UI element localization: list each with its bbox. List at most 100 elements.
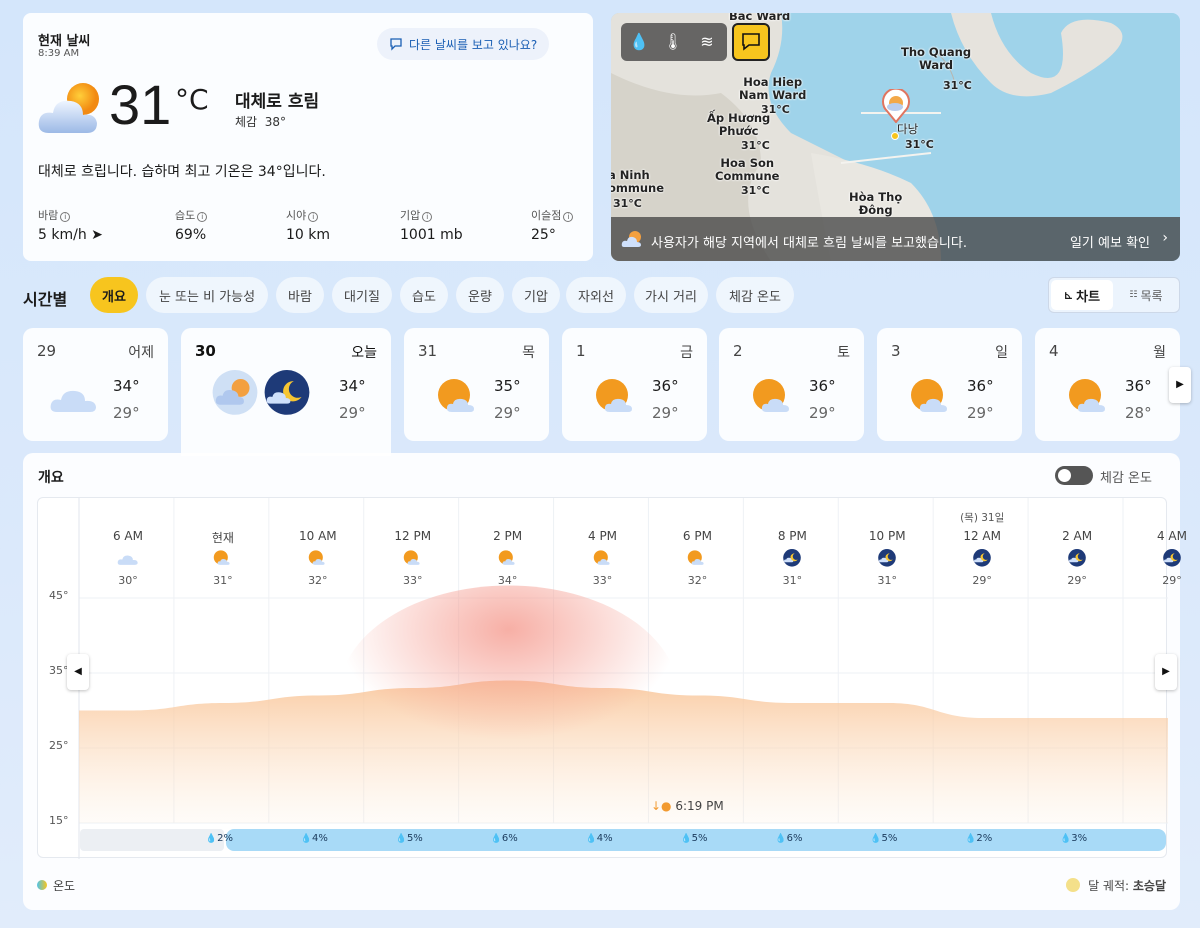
partly-cloudy-icon bbox=[117, 555, 138, 565]
stat-humidity-label[interactable]: 습도 i bbox=[175, 207, 208, 223]
hour-label: 6 AM bbox=[112, 529, 143, 543]
chip-wind[interactable]: 바람 bbox=[276, 277, 324, 313]
feels-like-toggle[interactable] bbox=[1055, 466, 1093, 485]
day-number: 29 bbox=[37, 342, 57, 360]
map-label: Hoa Son Commune bbox=[715, 156, 780, 184]
day-high: 36° bbox=[1125, 377, 1152, 395]
day-number: 3 bbox=[891, 342, 901, 360]
day-low: 29° bbox=[809, 404, 836, 422]
hour-label: 10 PM bbox=[868, 529, 906, 543]
feels-like-toggle-label: 체감 온도 bbox=[1100, 471, 1152, 486]
day-card[interactable]: 2 토 36° 29° bbox=[719, 328, 864, 441]
temperature-layer-icon[interactable]: 🌡 bbox=[661, 30, 685, 54]
legend-temp: 온도 bbox=[37, 877, 75, 894]
chip-cloud[interactable]: 운량 bbox=[456, 277, 504, 313]
day-card-selected[interactable]: 30 오늘 34° 29° bbox=[181, 328, 391, 456]
chip-feels-like[interactable]: 체감 온도 bbox=[716, 277, 794, 313]
moon-icon bbox=[1066, 878, 1081, 892]
y-tick-label: 35° bbox=[49, 664, 69, 677]
current-temp: 31 bbox=[109, 73, 172, 136]
hour-temp: 34° bbox=[497, 574, 518, 587]
chip-air-quality[interactable]: 대기질 bbox=[332, 277, 392, 313]
location-pin-icon[interactable] bbox=[882, 89, 910, 123]
day-low: 29° bbox=[113, 404, 140, 422]
days-next-button[interactable]: ▶ bbox=[1169, 367, 1191, 403]
partly-sunny-icon bbox=[911, 379, 947, 412]
map-label: Hòa Thọ Đông bbox=[849, 190, 903, 218]
precipitation-layer-icon[interactable]: 💧 bbox=[627, 30, 651, 54]
partly-cloudy-night-icon bbox=[973, 549, 991, 567]
current-unit: °C bbox=[175, 83, 209, 116]
chart-title: 개요 bbox=[38, 470, 64, 486]
hour-temp: 29° bbox=[1067, 574, 1087, 587]
map-temp: 31°C bbox=[741, 184, 770, 197]
chart-next-button[interactable]: ▶ bbox=[1155, 654, 1177, 690]
sunset-icon: ↓● bbox=[651, 799, 672, 813]
precip-chance: 💧5% bbox=[680, 833, 708, 844]
chevron-right-icon: › bbox=[1162, 230, 1168, 246]
day-number: 30 bbox=[195, 342, 216, 360]
day-card[interactable]: 4 월 36° 28° bbox=[1035, 328, 1180, 441]
partly-cloudy-night-icon bbox=[1068, 549, 1086, 567]
feedback-button[interactable]: 다른 날씨를 보고 있나요? bbox=[377, 28, 550, 60]
map-label: Ấp Hương Phước bbox=[707, 111, 771, 139]
day-high: 36° bbox=[967, 377, 994, 395]
day-number: 4 bbox=[1049, 342, 1059, 360]
stat-wind-label[interactable]: 바람 i bbox=[38, 207, 71, 223]
hour-label: 4 AM bbox=[1156, 529, 1187, 543]
partly-cloudy-icon bbox=[688, 550, 705, 565]
day-high: 36° bbox=[809, 377, 836, 395]
map-report-text: 사용자가 해당 지역에서 대체로 흐림 날씨를 보고했습니다. bbox=[651, 236, 967, 251]
day-name: 오늘 bbox=[351, 345, 377, 361]
chart-prev-button[interactable]: ◀ bbox=[67, 654, 89, 690]
info-icon: i bbox=[197, 212, 208, 222]
day-card[interactable]: 29 어제 34° 29° bbox=[23, 328, 168, 441]
day-card[interactable]: 3 일 36° 29° bbox=[877, 328, 1022, 441]
day-low: 29° bbox=[652, 404, 679, 422]
reports-layer-button[interactable] bbox=[732, 23, 770, 61]
stat-pressure-label[interactable]: 기압 i bbox=[400, 207, 433, 223]
map-report-bar[interactable]: 사용자가 해당 지역에서 대체로 흐림 날씨를 보고했습니다. 일기 예보 확인… bbox=[611, 217, 1180, 261]
precip-chance: 💧5% bbox=[870, 833, 898, 844]
day-high: 36° bbox=[652, 377, 679, 395]
hour-temp: 29° bbox=[972, 574, 992, 587]
chip-humidity[interactable]: 습도 bbox=[400, 277, 448, 313]
day-number: 1 bbox=[576, 342, 586, 360]
day-card[interactable]: 31 목 35° 29° bbox=[404, 328, 549, 441]
chart-view-button[interactable]: ⊾ 차트 bbox=[1051, 280, 1113, 310]
partly-cloudy-night-icon bbox=[1163, 549, 1181, 567]
current-weather-card: 현재 날씨 8:39 AM 다른 날씨를 보고 있나요? 31 °C 대체로 흐… bbox=[23, 13, 593, 261]
forecast-link[interactable]: 일기 예보 확인 bbox=[1070, 232, 1150, 251]
stat-visibility-label[interactable]: 시야 i bbox=[286, 207, 319, 223]
hour-label: 12 AM bbox=[963, 529, 1001, 543]
raindrop-icon: 💧 bbox=[300, 834, 313, 844]
day-name: 어제 bbox=[128, 345, 154, 361]
stat-dewpoint-label[interactable]: 이슬점 i bbox=[531, 207, 574, 223]
day-number: 2 bbox=[733, 342, 743, 360]
partly-cloudy-icon bbox=[213, 550, 230, 565]
map-label: Tho Quang Ward bbox=[901, 45, 972, 73]
list-view-button[interactable]: ☷ 목록 bbox=[1115, 280, 1177, 310]
day-low: 29° bbox=[494, 404, 521, 422]
precip-chance: 💧3% bbox=[1060, 833, 1088, 844]
wind-layer-icon[interactable]: ≋ bbox=[695, 30, 719, 54]
chip-pressure[interactable]: 기압 bbox=[512, 277, 560, 313]
info-icon: i bbox=[60, 212, 71, 222]
hour-label: 2 PM bbox=[493, 529, 523, 543]
partly-cloudy-icon bbox=[403, 550, 420, 565]
day-low: 29° bbox=[967, 404, 994, 422]
partly-sunny-icon bbox=[1069, 379, 1105, 412]
day-card[interactable]: 1 금 36° 29° bbox=[562, 328, 707, 441]
day-high: 34° bbox=[339, 377, 366, 395]
weather-map[interactable]: 💧 🌡 ≋ Bac Ward Tho Quang Ward 31°C Hoa H… bbox=[611, 13, 1180, 261]
precip-chance: 💧6% bbox=[775, 833, 803, 844]
chip-precip[interactable]: 눈 또는 비 가능성 bbox=[146, 277, 268, 313]
hour-temp: 31° bbox=[877, 574, 898, 587]
day-name: 토 bbox=[837, 345, 850, 361]
sunset-marker: ↓● 6:19 PM bbox=[651, 799, 724, 813]
chip-overview[interactable]: 개요 bbox=[90, 277, 138, 313]
stat-dewpoint-value: 25° bbox=[531, 227, 556, 243]
chip-visibility[interactable]: 가시 거리 bbox=[634, 277, 708, 313]
chip-uv[interactable]: 자외선 bbox=[566, 277, 626, 313]
hour-temp: 29° bbox=[1162, 574, 1182, 587]
